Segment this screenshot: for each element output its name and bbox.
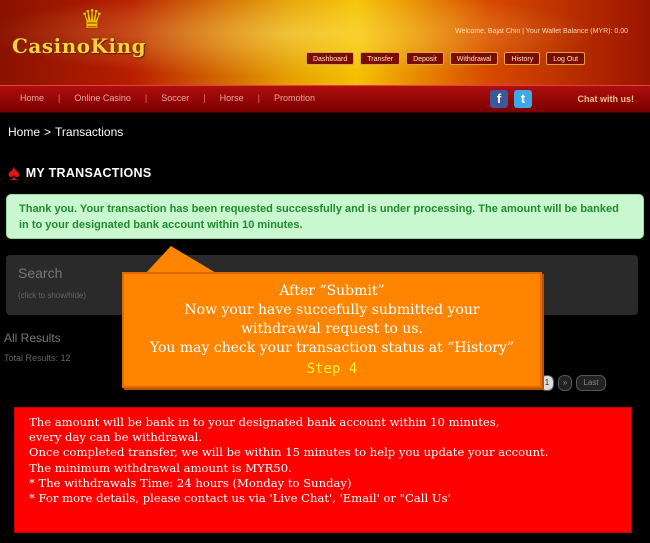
facebook-icon[interactable]: f (490, 90, 508, 108)
breadcrumb-home[interactable]: Home (8, 125, 40, 139)
page-title: MY TRANSACTIONS (25, 166, 152, 180)
site-header: ♛ CasinoKing Welcome, Bajat Chin | Your … (0, 0, 650, 85)
site-logo[interactable]: ♛ CasinoKing (12, 4, 172, 63)
withdrawal-info-box: The amount will be bank in to your desig… (14, 407, 632, 533)
nav-separator: | (58, 93, 61, 103)
twitter-icon[interactable]: t (514, 90, 532, 108)
success-message: Thank you. Your transaction has been req… (6, 194, 644, 239)
history-button[interactable]: History (504, 52, 541, 65)
page-next-button[interactable]: » (558, 375, 572, 391)
callout-line: You may check your transaction status at… (149, 340, 515, 356)
nav-item-soccer[interactable]: Soccer (161, 93, 189, 103)
results-heading: All Results (4, 331, 61, 345)
transfer-button[interactable]: Transfer (360, 52, 401, 65)
chat-link[interactable]: Chat with us! (578, 94, 635, 104)
breadcrumb-separator: > (44, 125, 52, 139)
search-toggle-hint[interactable]: (click to show/hide) (18, 291, 86, 300)
total-results: Total Results: 12 (4, 353, 71, 363)
main-nav: Home | Online Casino | Soccer | Horse | Prom… (0, 85, 650, 113)
page-title-row: ♠ MY TRANSACTIONS (8, 160, 152, 185)
nav-item-promotion[interactable]: Promotion (274, 93, 315, 103)
deposit-button[interactable]: Deposit (406, 52, 444, 65)
info-line: Once completed transfer, we will be with… (29, 445, 549, 460)
callout-line: Now your have succefully submitted your (184, 302, 480, 318)
step-label: Step 4 (306, 361, 358, 377)
spade-icon: ♠ (8, 160, 20, 185)
breadcrumb-current: Transactions (55, 125, 124, 139)
nav-item-home[interactable]: Home (20, 93, 44, 103)
info-line: * The withdrawals Time: 24 hours (Monday… (29, 475, 352, 490)
welcome-text: Welcome, Bajat Chin | Your Wallet Balanc… (454, 28, 628, 35)
nav-separator: | (203, 93, 206, 103)
dashboard-button[interactable]: Dashboard (306, 52, 355, 65)
pagination: 1 » Last (540, 375, 606, 391)
callout-line: withdrawal request to us. (240, 321, 424, 337)
step-callout: After “Submit” Now your have succefully … (122, 272, 542, 388)
page-button-current[interactable]: 1 (540, 375, 554, 391)
crown-icon: ♛ (80, 4, 104, 34)
social-links: f t (490, 90, 532, 108)
account-buttons: Dashboard Transfer Deposit Withdrawal Hi… (306, 52, 586, 65)
nav-separator: | (144, 93, 148, 103)
info-line: every day can be withdrawal. (29, 430, 203, 445)
withdrawal-button[interactable]: Withdrawal (449, 52, 499, 65)
logo-text: CasinoKing (12, 34, 147, 58)
search-title: Search (18, 265, 63, 281)
info-line: The amount will be bank in to your desig… (29, 415, 500, 429)
callout-line: After “Submit” (279, 283, 385, 299)
logout-button[interactable]: Log Out (546, 52, 586, 65)
info-line: The minimum withdrawal amount is MYR50. (29, 460, 292, 475)
breadcrumb: Home > Transactions (8, 125, 123, 139)
info-line: * For more details, please contact us vi… (29, 491, 451, 506)
nav-separator: | (257, 93, 260, 103)
nav-item-horse[interactable]: Horse (220, 93, 244, 103)
nav-item-online-casino[interactable]: Online Casino (74, 93, 131, 103)
page-last-button[interactable]: Last (576, 375, 606, 391)
